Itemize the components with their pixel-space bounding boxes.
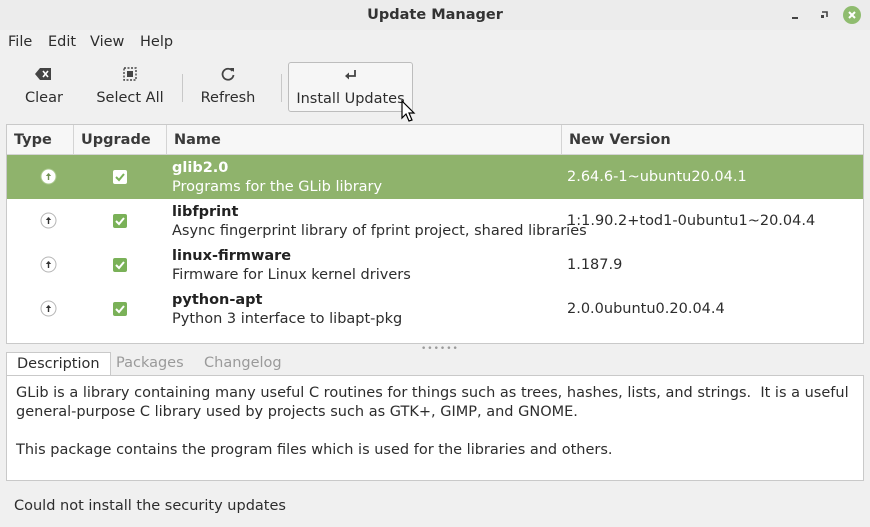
select-all-button[interactable]: Select All: [92, 62, 168, 112]
security-update-icon: [40, 212, 57, 229]
minimize-icon[interactable]: [786, 6, 804, 24]
refresh-label: Refresh: [200, 90, 256, 106]
package-description: Firmware for Linux kernel drivers: [172, 267, 411, 283]
window-title: Update Manager: [367, 7, 503, 23]
table-row[interactable]: glib2.0 Programs for the GLib library 2.…: [7, 155, 863, 199]
select-all-icon: [92, 66, 168, 88]
menu-view[interactable]: View: [90, 34, 124, 50]
toolbar-separator: [281, 74, 282, 102]
security-update-icon: [40, 300, 57, 317]
clear-button[interactable]: Clear: [14, 62, 74, 112]
tab-description[interactable]: Description: [6, 352, 111, 376]
column-type[interactable]: Type: [7, 125, 74, 155]
title-bar: Update Manager: [0, 0, 870, 30]
table-row[interactable]: python-apt Python 3 interface to libapt-…: [7, 287, 863, 331]
column-upgrade[interactable]: Upgrade: [74, 125, 167, 155]
upgrade-checkbox[interactable]: [113, 302, 127, 316]
refresh-button[interactable]: Refresh: [194, 62, 262, 112]
package-description: Async fingerprint library of fprint proj…: [172, 223, 587, 239]
package-version: 1:1.90.2+tod1-0ubuntu1~20.04.4: [567, 213, 816, 229]
table-row[interactable]: libfprint Async fingerprint library of f…: [7, 199, 863, 243]
upgrade-checkbox[interactable]: [113, 214, 127, 228]
column-name[interactable]: Name: [167, 125, 562, 155]
table-header: Type Upgrade Name New Version: [7, 125, 863, 155]
security-update-icon: [40, 256, 57, 273]
maximize-icon[interactable]: [815, 6, 833, 24]
menu-bar: File Edit View Help: [0, 30, 870, 56]
backspace-icon: [14, 66, 74, 88]
enter-icon: [289, 67, 412, 89]
close-icon[interactable]: [843, 6, 861, 24]
upgrade-checkbox[interactable]: [113, 170, 127, 184]
menu-file[interactable]: File: [8, 34, 32, 50]
tab-changelog[interactable]: Changelog: [194, 352, 292, 376]
security-update-icon: [40, 168, 57, 185]
upgrade-checkbox[interactable]: [113, 258, 127, 272]
tab-packages[interactable]: Packages: [106, 352, 194, 376]
package-version: 2.0.0ubuntu0.20.04.4: [567, 301, 725, 317]
refresh-icon: [194, 66, 262, 88]
select-all-label: Select All: [96, 90, 164, 106]
package-description: Python 3 interface to libapt-pkg: [172, 311, 403, 327]
mouse-pointer-icon: [401, 99, 417, 124]
status-text: Could not install the security updates: [14, 498, 286, 514]
package-name: linux-firmware: [172, 248, 292, 264]
package-name: python-apt: [172, 292, 263, 308]
menu-edit[interactable]: Edit: [48, 34, 76, 50]
install-updates-button[interactable]: Install Updates: [288, 62, 413, 112]
table-row[interactable]: linux-firmware Firmware for Linux kernel…: [7, 243, 863, 287]
package-name: libfprint: [172, 204, 239, 220]
package-version: 2.64.6-1~ubuntu20.04.1: [567, 169, 747, 185]
updates-table: Type Upgrade Name New Version glib2.0 Pr…: [6, 124, 864, 344]
toolbar: Clear Select All Refresh Install Updates: [0, 58, 870, 118]
package-version: 1.187.9: [567, 257, 623, 273]
column-new-version[interactable]: New Version: [562, 125, 863, 155]
install-updates-label: Install Updates: [296, 91, 405, 107]
details-tabs: Description Packages Changelog: [6, 352, 864, 376]
description-panel: GLib is a library containing many useful…: [6, 375, 864, 481]
package-name: glib2.0: [172, 160, 229, 176]
menu-help[interactable]: Help: [140, 34, 173, 50]
clear-label: Clear: [25, 90, 63, 106]
toolbar-separator: [182, 74, 183, 102]
package-description: Programs for the GLib library: [172, 179, 383, 195]
description-text: GLib is a library containing many useful…: [16, 385, 849, 458]
